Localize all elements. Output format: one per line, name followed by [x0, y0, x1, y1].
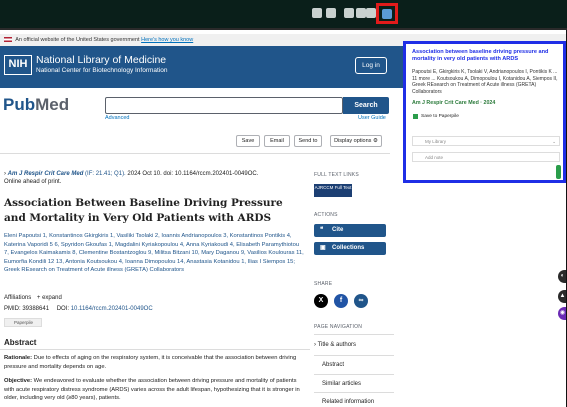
link-share-icon[interactable]: ∞ [354, 294, 368, 308]
article-title: Association Between Baseline Driving Pre… [4, 197, 283, 224]
facebook-share-icon[interactable]: f [334, 294, 348, 308]
expand-toggle[interactable]: + expand [37, 295, 62, 301]
star-icon[interactable] [326, 8, 336, 18]
affiliations-label: Affiliations [4, 295, 32, 301]
save-button[interactable]: Save [236, 135, 260, 147]
org-subtitle: National Center for Biotechnology Inform… [36, 67, 168, 74]
cite-label: Cite [332, 227, 344, 233]
doi-label: DOI: [56, 306, 70, 312]
user-guide-link[interactable]: User Guide [358, 115, 386, 121]
divider [314, 334, 394, 335]
pubmed-logo-b: Med [35, 95, 70, 114]
objective-text: We endeavored to evaluate whether the as… [4, 378, 300, 401]
extension-icon[interactable] [344, 8, 354, 18]
nav-title-authors-label: Title & authors [317, 342, 357, 348]
gear-icon: ⚙ [372, 138, 378, 144]
objective-paragraph: Objective: We endeavored to evaluate whe… [4, 377, 304, 403]
paperpile-icon [382, 9, 392, 19]
send-to-button[interactable]: Send to [294, 135, 322, 147]
library-label: My Library [425, 139, 447, 144]
page-navigation-heading: Page navigation [314, 324, 363, 330]
nav-related-information[interactable]: Related information [314, 399, 394, 405]
pubmed-logo-a: Pub [3, 95, 36, 114]
search-input[interactable] [105, 97, 343, 114]
impact-factor: (IF: 21.41; Q1). [85, 171, 126, 177]
email-button[interactable]: Email [264, 135, 290, 147]
extension-icon[interactable] [356, 8, 366, 18]
citation-rest: 2024 Oct 10. doi: 10.1164/rccm.202401-00… [127, 171, 259, 177]
chevron-down-icon: › [314, 342, 316, 348]
us-flag-icon [4, 37, 12, 43]
heres-how-link[interactable]: Here's how you know [141, 37, 193, 43]
divider [314, 355, 394, 356]
save-to-paperpile-label: Save to Paperpile [421, 114, 459, 119]
display-options-label: Display options [334, 138, 372, 144]
divider [0, 349, 310, 350]
note-placeholder: Add note [425, 155, 444, 160]
nav-title-authors[interactable]: › Title & authors [314, 342, 394, 348]
author-list[interactable]: Eleni Papoutsi 1, Konstantinos Gkirgkiri… [4, 232, 304, 275]
divider [314, 374, 394, 375]
pmid-line: PMID: 39388641 DOI: 10.1164/rccm.202401-… [4, 306, 153, 312]
note-input[interactable]: Add note [412, 152, 560, 162]
org-title: National Library of Medicine [36, 54, 167, 66]
quote-icon: ❝ [320, 227, 324, 233]
paperpile-extension-button[interactable] [376, 3, 398, 24]
gov-banner-text: An official website of the United States… [15, 37, 140, 43]
paperpile-popup: Association between baseline driving pre… [403, 41, 566, 183]
journal-link[interactable]: Am J Respir Crit Care Med [8, 171, 84, 177]
pmid: PMID: 39388641 [4, 306, 50, 312]
bookmark-icon: ▣ [320, 245, 326, 251]
rationale-text: Due to effects of aging on the respirato… [4, 355, 297, 370]
paperpile-icon [413, 114, 418, 119]
collections-label: Collections [332, 245, 365, 251]
search-button[interactable]: Search [343, 97, 389, 114]
paperpile-authors: Papoutsi E, Gkirgkiris K, Tsolaki V, And… [412, 69, 558, 95]
collections-button[interactable]: ▣ Collections [314, 242, 386, 255]
rationale-label: Rationale: [4, 355, 33, 361]
divider [314, 392, 394, 393]
pubmed-logo[interactable]: PubMed [3, 95, 69, 115]
x-share-icon[interactable]: X [314, 294, 328, 308]
citation: › Am J Respir Crit Care Med (IF: 21.41; … [4, 170, 304, 186]
online-ahead: Online ahead of print. [4, 179, 62, 185]
login-button[interactable]: Log in [355, 57, 387, 74]
scrollbar[interactable] [556, 165, 561, 179]
translate-icon[interactable] [312, 8, 322, 18]
display-options-button[interactable]: Display options ⚙ [330, 135, 382, 147]
browser-toolbar [0, 0, 567, 30]
advanced-link[interactable]: Advanced [105, 115, 129, 121]
affiliations[interactable]: Affiliations + expand [4, 295, 62, 301]
nih-logo[interactable]: NIH [4, 55, 32, 75]
share-heading: Share [314, 281, 333, 287]
chevron-down-icon: ⌄ [552, 139, 556, 144]
cite-button[interactable]: ❝ Cite [314, 224, 386, 237]
divider [0, 153, 390, 154]
actions-heading: Actions [314, 212, 338, 218]
full-text-links-heading: Full text links [314, 172, 359, 178]
paperpile-chip[interactable]: Paperpile [4, 318, 42, 327]
extension-icon[interactable] [366, 8, 376, 18]
nav-similar-articles[interactable]: Similar articles [314, 381, 394, 387]
objective-label: Objective: [4, 378, 33, 384]
doi-link[interactable]: 10.1164/rccm.202401-0049OC [71, 306, 153, 312]
paperpile-title: Association between baseline driving pre… [412, 49, 549, 63]
abstract-heading: Abstract [4, 338, 37, 347]
chevron-icon: › [4, 171, 6, 177]
nav-abstract[interactable]: Abstract [314, 362, 394, 368]
paperpile-journal: Am J Respir Crit Care Med · 2024 [412, 100, 496, 106]
save-to-paperpile-button[interactable]: Save to Paperpile [412, 112, 470, 121]
divider [0, 28, 567, 30]
ajrccm-full-text-link[interactable]: AJRCCM Full Text [314, 184, 352, 197]
library-select[interactable]: My Library ⌄ [412, 136, 560, 146]
rationale-paragraph: Rationale: Due to effects of aging on th… [4, 354, 304, 371]
